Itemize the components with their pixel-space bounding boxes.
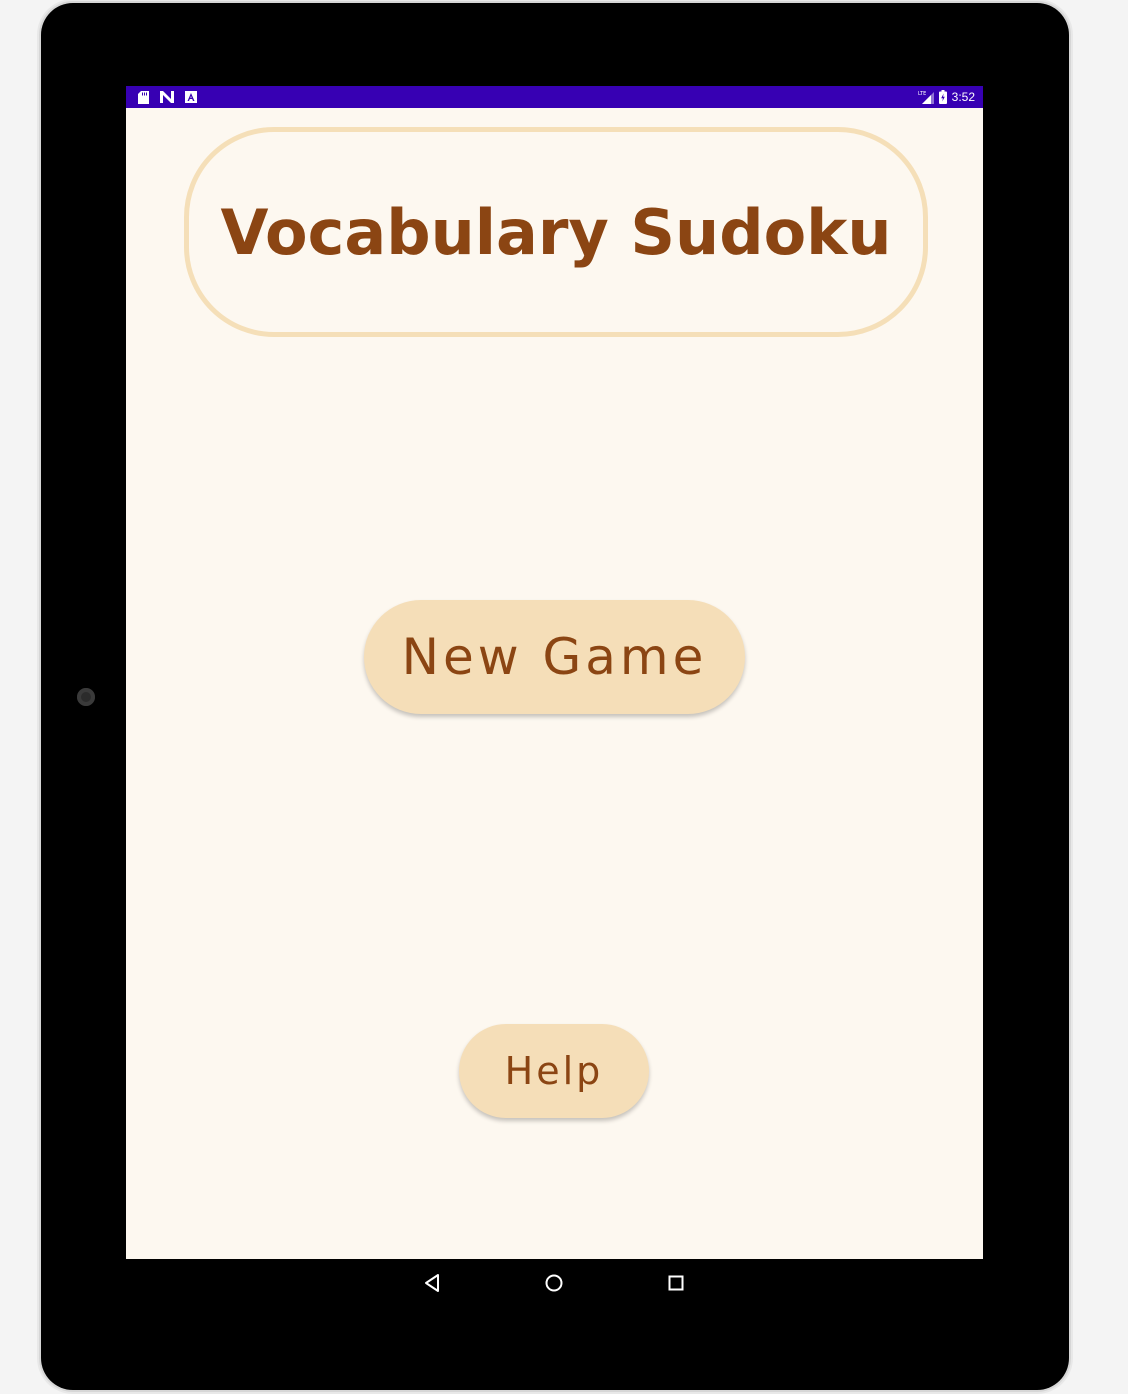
- back-icon[interactable]: [421, 1271, 445, 1295]
- navigation-bar: [126, 1259, 983, 1307]
- help-button[interactable]: Help: [459, 1024, 649, 1118]
- help-label: Help: [504, 1049, 604, 1093]
- app-title: Vocabulary Sudoku: [220, 195, 892, 269]
- status-bar: LTE 3:52: [126, 86, 983, 108]
- n-icon: [160, 91, 174, 103]
- a-icon: [185, 91, 197, 103]
- home-icon[interactable]: [542, 1271, 566, 1295]
- svg-text:LTE: LTE: [918, 91, 926, 97]
- title-card: Vocabulary Sudoku: [184, 127, 928, 337]
- battery-charging-icon: [938, 90, 947, 104]
- new-game-label: New Game: [401, 628, 708, 686]
- recents-icon[interactable]: [664, 1271, 688, 1295]
- notification-icons: [138, 90, 197, 104]
- new-game-button[interactable]: New Game: [364, 600, 745, 714]
- sd-card-icon: [138, 90, 149, 104]
- camera-icon: [77, 688, 95, 706]
- screen: LTE 3:52 Vocabulary Sudoku New Game Help: [126, 86, 983, 1259]
- status-time: 3:52: [951, 90, 975, 104]
- signal-lte-icon: LTE: [918, 90, 934, 104]
- system-icons: LTE 3:52: [918, 89, 975, 105]
